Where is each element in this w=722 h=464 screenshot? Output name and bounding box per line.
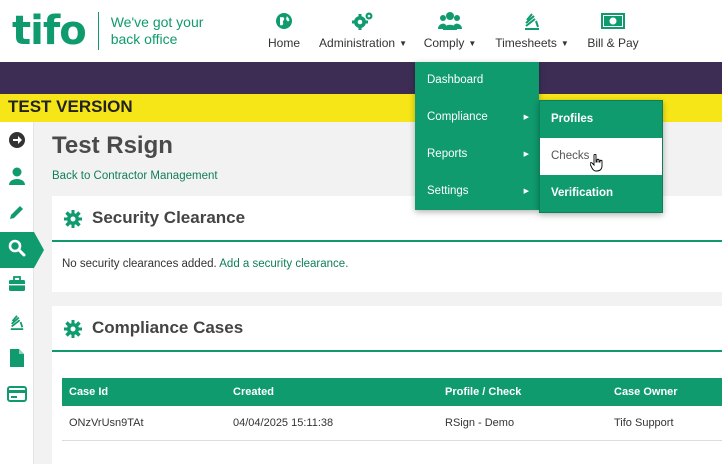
banknote-icon: [601, 10, 625, 32]
gear-icon: [64, 320, 82, 343]
chevron-down-icon: ▼: [399, 39, 407, 49]
gear-icon: [64, 210, 82, 233]
sidebar-item-back[interactable]: [0, 124, 34, 160]
sidebar-item-jobs[interactable]: [0, 268, 34, 304]
menu-item-label: Reports: [427, 148, 468, 160]
brand-logo[interactable]: tifo We've got your back office: [12, 6, 203, 56]
tagline-line-2: back office: [110, 31, 178, 47]
top-header: tifo We've got your back office Home Adm…: [0, 0, 722, 62]
compliance-cases-title: Compliance Cases: [92, 318, 244, 337]
app-root: tifo We've got your back office Home Adm…: [0, 0, 722, 464]
tagline-line-1: We've got your: [110, 14, 204, 30]
nav-administration[interactable]: Administration ▼: [319, 10, 407, 50]
nav-home-label: Home: [268, 36, 301, 50]
profile-check-cell: RSign - Demo: [438, 406, 607, 441]
sidebar-item-edit[interactable]: [0, 196, 34, 232]
gears-icon: [352, 10, 374, 32]
menu-item-label: Settings: [427, 185, 469, 197]
logo-wordmark: tifo: [12, 8, 87, 54]
users-icon: [438, 10, 462, 32]
no-clearances-text: No security clearances added.: [62, 258, 217, 270]
column-header-profile-check[interactable]: Profile / Check: [438, 378, 607, 406]
chevron-down-icon: ▼: [560, 39, 569, 49]
logo-tagline: We've got your back office: [111, 14, 204, 48]
menu-item-dashboard[interactable]: Dashboard: [415, 62, 539, 99]
briefcase-icon: [8, 275, 26, 297]
pencil-icon: [9, 204, 25, 225]
logo-divider: [97, 12, 99, 50]
nav-timesheets-label: Timesheets: [495, 36, 557, 50]
nav-comply-label: Comply: [423, 36, 465, 50]
column-header-created[interactable]: Created: [226, 378, 438, 406]
test-version-text: TEST VERSION: [8, 97, 133, 116]
back-to-contractor-link[interactable]: Back to Contractor Management: [52, 170, 218, 182]
compliance-cases-table: Case Id Created Profile / Check Case Own…: [62, 378, 722, 441]
security-clearance-title: Security Clearance: [92, 208, 246, 227]
submenu-item-profiles[interactable]: Profiles: [540, 101, 662, 138]
chevron-right-icon: ▶: [523, 188, 529, 195]
table-row[interactable]: ONzVrUsn9TAt 04/04/2025 15:11:38 RSign -…: [62, 406, 722, 441]
nav-bill-pay-label: Bill & Pay: [587, 36, 639, 50]
nav-bar-band: [0, 62, 722, 94]
nav-timesheets[interactable]: Timesheets ▼: [495, 10, 569, 50]
comply-dropdown-menu: Dashboard Compliance ▶ Reports ▶ Settings ▶: [415, 62, 539, 210]
chevron-down-icon: ▼: [468, 39, 477, 49]
sidebar-active-pointer: [34, 232, 44, 268]
menu-item-settings[interactable]: Settings ▶: [415, 173, 539, 210]
column-header-case-owner[interactable]: Case Owner: [607, 378, 722, 406]
menu-item-reports[interactable]: Reports ▶: [415, 136, 539, 173]
submenu-item-label: Profiles: [551, 113, 594, 125]
main-nav: Home Administration ▼ Comply ▼ Timesheets ▼: [260, 10, 722, 54]
chevron-right-icon: ▶: [523, 151, 529, 158]
credit-card-icon: [7, 385, 27, 407]
compliance-submenu: Profiles Checks Verification Modules: [539, 100, 663, 236]
user-icon: [9, 167, 25, 190]
arrow-right-circle-icon: [8, 131, 26, 154]
nav-comply[interactable]: Comply ▼: [423, 10, 477, 50]
page-title: Test Rsign: [52, 132, 173, 159]
left-sidebar: [0, 122, 44, 464]
timesheet-icon: [9, 313, 25, 336]
nav-administration-label: Administration: [319, 36, 396, 50]
created-cell: 04/04/2025 15:11:38: [226, 406, 438, 441]
security-clearance-body: No security clearances added. Add a secu…: [62, 258, 348, 270]
nav-home[interactable]: Home: [268, 10, 300, 50]
menu-item-compliance[interactable]: Compliance ▶: [415, 99, 539, 136]
submenu-item-label: Checks: [551, 150, 590, 162]
timesheet-icon: [523, 10, 541, 32]
table-header-row: Case Id Created Profile / Check Case Own…: [62, 378, 722, 406]
search-icon: [8, 239, 26, 262]
sidebar-item-profile[interactable]: [0, 160, 34, 196]
nav-bill-pay[interactable]: Bill & Pay: [587, 10, 639, 50]
chevron-right-icon: ▶: [523, 114, 529, 121]
column-header-case-id[interactable]: Case Id: [62, 378, 226, 406]
case-id-cell[interactable]: ONzVrUsn9TAt: [62, 406, 226, 441]
submenu-item-checks[interactable]: Checks: [540, 138, 662, 175]
case-owner-cell[interactable]: Tifo Support: [607, 406, 722, 441]
hand-cursor-icon: [589, 151, 604, 188]
menu-item-label: Dashboard: [427, 74, 484, 86]
compliance-cases-header: Compliance Cases: [52, 306, 722, 352]
menu-item-label: Compliance: [427, 111, 488, 123]
sidebar-item-payments[interactable]: [0, 378, 34, 414]
document-icon: [10, 348, 24, 372]
sidebar-item-documents[interactable]: [0, 342, 34, 378]
globe-icon: [275, 10, 293, 32]
add-security-clearance-link[interactable]: Add a security clearance.: [219, 258, 348, 270]
sidebar-item-timesheets[interactable]: [0, 306, 34, 342]
sidebar-item-search[interactable]: [0, 232, 34, 268]
